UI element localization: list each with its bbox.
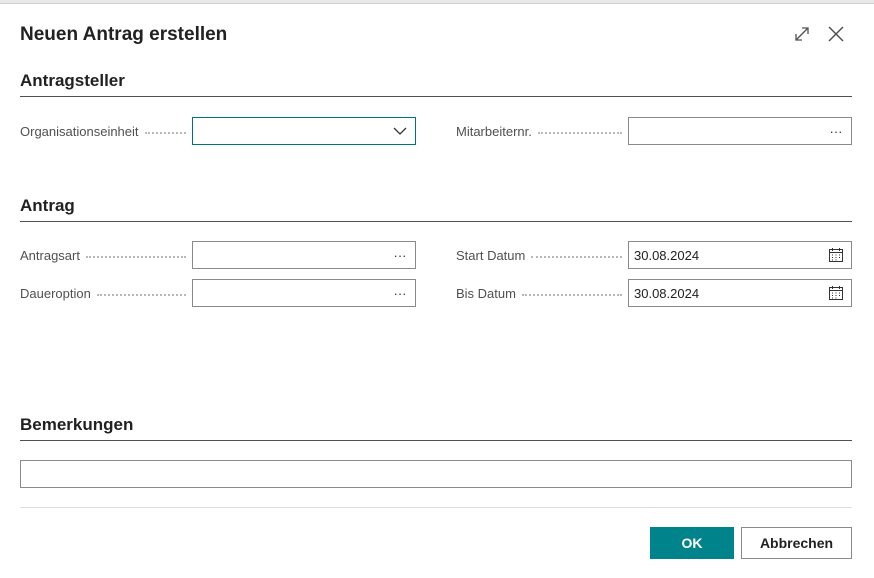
bis-datum-label: Bis Datum	[456, 286, 628, 301]
antragsart-input[interactable]: ···	[192, 241, 416, 269]
bemerkungen-input[interactable]	[20, 460, 852, 488]
organisationseinheit-dropdown[interactable]	[192, 117, 416, 145]
close-icon[interactable]	[826, 24, 846, 44]
field-bis-datum: Bis Datum	[456, 279, 628, 307]
calendar-icon[interactable]	[827, 242, 845, 268]
daueroption-label: Daueroption	[20, 286, 192, 301]
antragsart-label: Antragsart	[20, 248, 192, 263]
expand-icon[interactable]	[792, 24, 812, 44]
bis-datum-input[interactable]: 30.08.2024	[628, 279, 852, 307]
mitarbeiternr-input[interactable]: ···	[628, 117, 852, 145]
start-datum-label: Start Datum	[456, 248, 628, 263]
start-datum-input[interactable]: 30.08.2024	[628, 241, 852, 269]
title-actions	[792, 24, 846, 44]
field-organisationseinheit: Organisationseinheit	[20, 117, 192, 145]
section-antragsteller-title: Antragsteller	[20, 71, 852, 97]
daueroption-input[interactable]: ···	[192, 279, 416, 307]
footer-divider	[20, 507, 852, 508]
field-antragsart: Antragsart	[20, 241, 192, 269]
calendar-icon[interactable]	[827, 280, 845, 306]
mitarbeiternr-label: Mitarbeiternr.	[456, 124, 628, 139]
section-bemerkungen-title: Bemerkungen	[20, 415, 852, 441]
cancel-button[interactable]: Abbrechen	[741, 527, 852, 559]
start-datum-value: 30.08.2024	[634, 247, 700, 263]
lookup-ellipsis-icon[interactable]: ···	[391, 280, 409, 306]
field-start-datum: Start Datum	[456, 241, 628, 269]
section-antrag-title: Antrag	[20, 196, 852, 222]
field-daueroption: Daueroption	[20, 279, 192, 307]
organisationseinheit-label: Organisationseinheit	[20, 124, 192, 139]
chevron-down-icon[interactable]	[391, 118, 409, 144]
bis-datum-value: 30.08.2024	[634, 285, 700, 301]
field-mitarbeiternr: Mitarbeiternr.	[456, 117, 628, 145]
background-strip	[0, 0, 874, 4]
lookup-ellipsis-icon[interactable]: ···	[391, 242, 409, 268]
dialog-title: Neuen Antrag erstellen	[20, 24, 228, 45]
ok-button[interactable]: OK	[650, 527, 734, 559]
lookup-ellipsis-icon[interactable]: ···	[827, 118, 845, 144]
